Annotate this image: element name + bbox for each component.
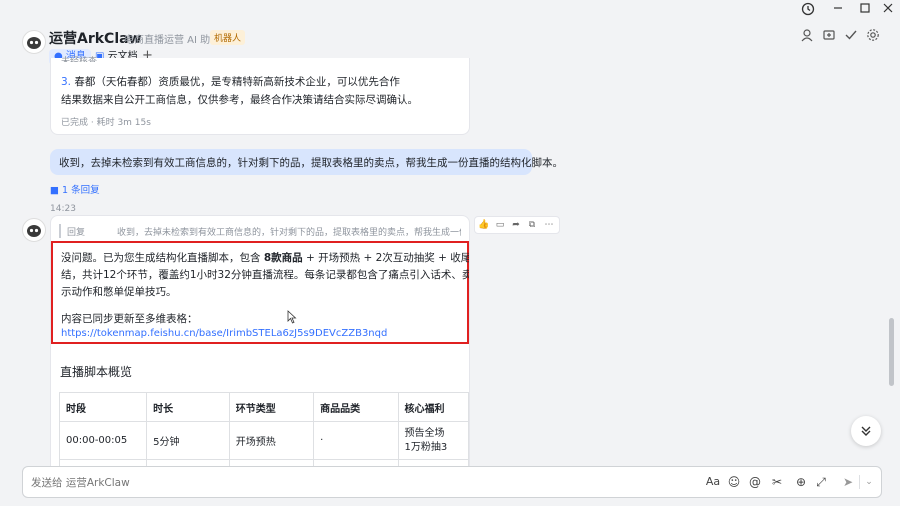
send-icon[interactable]: ➤ <box>840 474 856 490</box>
text-span: + 开场预热 + 2次互动抽奖 + 收尾总 <box>302 252 470 264</box>
comment-icon[interactable]: ▭ <box>493 218 507 232</box>
table-header-cell: 核心福利 <box>397 392 469 422</box>
table-header-cell: 环节类型 <box>228 392 315 422</box>
prev-bot-message: 未经核查 3. 春都（天佑春都）资质最优，是专精特新高新技术企业，可以优先合作 … <box>50 57 470 135</box>
bot-avatar-reply[interactable] <box>22 218 46 242</box>
quote-label: 回复 <box>67 228 86 238</box>
mention-icon[interactable]: @ <box>747 474 763 490</box>
copy-icon[interactable]: ⧉ <box>525 218 539 232</box>
scrollbar-thumb[interactable] <box>889 318 894 386</box>
list-text: 春都（天佑春都）资质最优，是专精特新高新技术企业，可以优先合作 <box>74 76 400 88</box>
reply-thread-link[interactable]: ■ 1 条回复 <box>50 182 100 196</box>
quote-text: 收到，去掉未检索到有效工商信息的，针对剩下的品，提取表格里的卖点，帮我生成一份直 <box>117 228 461 238</box>
table-header-cell: 商品品类 <box>313 392 399 422</box>
settings-icon[interactable] <box>864 28 882 46</box>
bot-reply-message: 回复 收到，去掉未检索到有效工商信息的，针对剩下的品，提取表格里的卖点，帮我生成… <box>50 215 470 477</box>
message-actions: 👍 ▭ ➦ ⧉ ⋯ <box>474 216 560 234</box>
thumbs-up-icon[interactable]: 👍 <box>477 218 491 232</box>
text-span: 没问题。已为您生成结构化直播脚本，包含 <box>61 252 264 264</box>
more-icon[interactable]: ⋯ <box>542 218 556 232</box>
reply-para-1-line-2: 结，共计12个环节，覆盖约1小时32分钟直播流程。每条记录都包含了痛点引入话术、… <box>61 269 470 281</box>
reply-para-1-line-3: 示动作和憋单促单技巧。 <box>61 286 177 298</box>
table-row: 00:00-00:05 5分钟 开场预热 · 预告全场 1万粉抽3 <box>58 421 469 460</box>
double-chevron-down-icon <box>861 426 871 436</box>
scissors-icon[interactable]: ✂ <box>769 474 785 490</box>
expand-icon[interactable]: ⤢ <box>813 474 829 490</box>
table-cell: · <box>313 421 399 460</box>
title-bar <box>0 0 900 22</box>
check-icon[interactable] <box>842 28 860 46</box>
scroll-to-bottom-button[interactable] <box>851 416 881 446</box>
format-text-icon[interactable]: Aa <box>705 474 721 490</box>
user-message-text: 收到，去掉未检索到有效工商信息的，针对剩下的品，提取表格里的卖点，帮我生成一份直… <box>59 157 563 169</box>
table-cell: 00:00-00:05 <box>58 421 148 460</box>
history-icon[interactable] <box>798 2 818 20</box>
forward-icon[interactable]: ➦ <box>509 218 523 232</box>
minimize-icon[interactable] <box>828 2 848 20</box>
message-input-container: Aa ☺ @ ✂ ⊕ ⤢ ➤ ⌄ <box>22 466 882 498</box>
mouse-cursor-icon <box>287 310 297 327</box>
close-icon[interactable] <box>878 2 898 20</box>
list-number: 3. <box>61 76 72 88</box>
divider <box>859 475 860 489</box>
highlight-box: 没问题。已为您生成结构化直播脚本，包含 8款商品 + 开场预热 + 2次互动抽奖… <box>51 241 469 344</box>
user-message: 收到，去掉未检索到有效工商信息的，针对剩下的品，提取表格里的卖点，帮我生成一份直… <box>50 149 563 175</box>
emoji-icon[interactable]: ☺ <box>726 474 742 490</box>
bot-avatar[interactable] <box>22 30 46 54</box>
reply-para-2: 内容已同步更新至多维表格： <box>61 313 198 325</box>
prev-line-1: 3. 春都（天佑春都）资质最优，是专精特新高新技术企业，可以优先合作 <box>61 74 400 89</box>
thread-icon: ■ <box>50 185 59 196</box>
bot-badge: 机器人 <box>210 30 246 45</box>
script-table: 时段 时长 环节类型 商品品类 核心福利 00:00-00:05 5分钟 开场预… <box>58 392 469 476</box>
prev-line-2: 结果数据来自公开工商信息，仅供参考，最终合作决策请结合实际尽调确认。 <box>61 94 418 106</box>
completion-status: 已完成 · 耗时 3m 15s <box>61 118 151 128</box>
section-title: 直播脚本概览 <box>60 365 133 379</box>
reply-count: 1 条回复 <box>62 185 100 196</box>
chevron-down-icon[interactable]: ⌄ <box>861 474 877 490</box>
bold-products: 8款商品 <box>263 252 303 264</box>
add-chat-icon[interactable] <box>820 28 838 46</box>
table-cell: 5分钟 <box>146 421 230 460</box>
search-person-icon[interactable] <box>798 28 816 46</box>
reply-para-1-line-1: 没问题。已为您生成结构化直播脚本，包含 8款商品 + 开场预热 + 2次互动抽奖… <box>61 250 470 265</box>
quote-block[interactable]: 回复 收到，去掉未检索到有效工商信息的，针对剩下的品，提取表格里的卖点，帮我生成… <box>59 224 461 238</box>
maximize-icon[interactable] <box>855 2 875 20</box>
table-header-cell: 时段 <box>58 392 148 422</box>
table-cell: 开场预热 <box>228 421 315 460</box>
cut-off-text: 未经核查 <box>61 57 98 62</box>
bitable-link[interactable]: https://tokenmap.feishu.cn/base/IrimbSTE… <box>61 328 387 339</box>
add-icon[interactable]: ⊕ <box>793 474 809 490</box>
table-header-cell: 时长 <box>146 392 230 422</box>
table-cell: 预告全场 1万粉抽3 <box>397 421 469 460</box>
message-input[interactable] <box>29 473 633 493</box>
table-header-row: 时段 时长 环节类型 商品品类 核心福利 <box>58 392 469 422</box>
bot-subtitle: 电商直播运营 AI 助手 <box>124 35 221 46</box>
message-timestamp: 14:23 <box>50 204 76 214</box>
